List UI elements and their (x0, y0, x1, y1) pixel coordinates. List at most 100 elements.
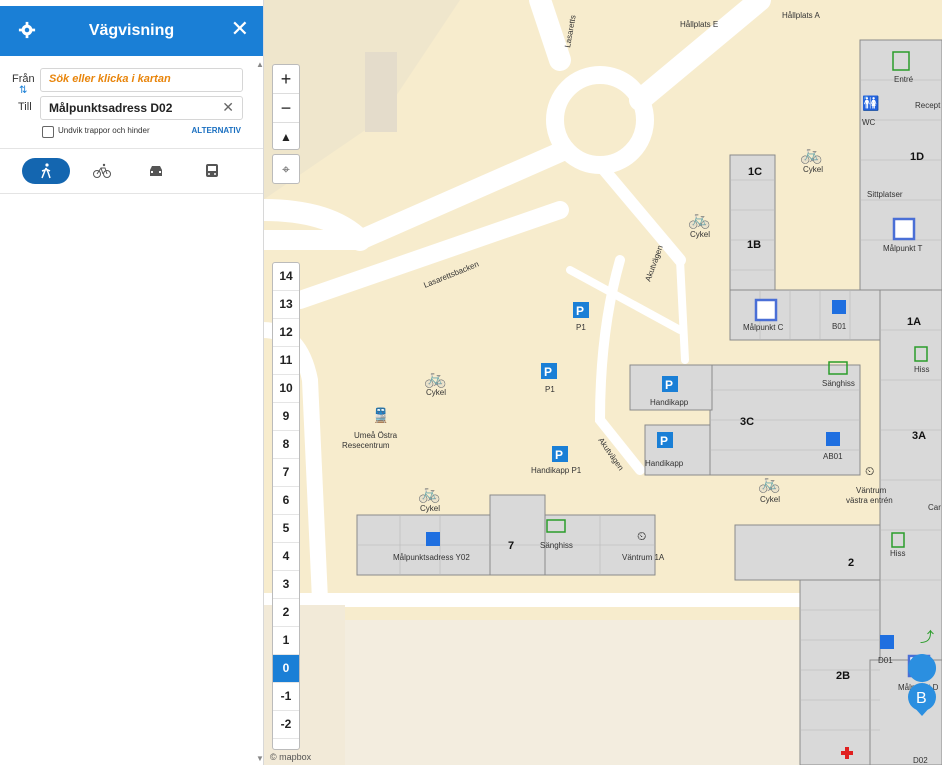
avoid-stairs-label: Undvik trappor och hinder (58, 126, 150, 135)
destination-marker[interactable] (754, 298, 778, 322)
compass-button[interactable]: ▲ (273, 123, 299, 151)
waiting-room-icon[interactable]: ⏲ (865, 464, 874, 478)
svg-text:P: P (660, 434, 668, 448)
map-label: Handikapp (650, 398, 689, 407)
building-label: 3A (912, 430, 926, 442)
building-label: 1A (907, 316, 921, 328)
floor-button[interactable]: 13 (273, 291, 299, 319)
building-label: 1B (747, 239, 761, 251)
svg-text:P: P (576, 304, 584, 318)
floor-button[interactable]: -2 (273, 711, 299, 739)
from-label: Från (12, 73, 35, 85)
bike-parking-icon[interactable]: 🚲 (800, 144, 822, 164)
map-label: Cykel (803, 165, 823, 174)
floor-button[interactable]: 0 (273, 655, 299, 683)
floor-button[interactable]: 6 (273, 487, 299, 515)
map-label: Hiss (890, 549, 906, 558)
bike-parking-icon[interactable]: 🚲 (688, 209, 710, 229)
svg-text:P: P (555, 448, 563, 462)
floor-button[interactable]: 5 (273, 515, 299, 543)
to-input[interactable]: Målpunktsadress D02 ✕ (40, 96, 243, 120)
map-label: Målpunkt T (883, 244, 923, 253)
map-label: västra entrén (846, 496, 893, 505)
mode-bike-button[interactable] (78, 158, 126, 184)
map-label: Målpunkt C (743, 323, 784, 332)
scroll-down-icon[interactable]: ▼ (256, 754, 264, 763)
map-label: Väntrum (856, 486, 887, 495)
floor-button[interactable]: 7 (273, 459, 299, 487)
bike-icon (93, 163, 111, 178)
map-label: Cykel (426, 388, 446, 397)
mode-walk-button[interactable] (22, 158, 70, 184)
waiting-room-icon[interactable]: ⏲ (637, 529, 646, 543)
parking-icon[interactable]: P (573, 302, 589, 318)
mapbox-attribution[interactable]: © mapbox (270, 752, 311, 762)
panel-header: Vägvisning ✕ (0, 6, 263, 56)
zoom-in-button[interactable]: + (273, 65, 299, 94)
map-label: D01 (878, 656, 893, 665)
to-label: Till (18, 101, 32, 113)
parking-icon[interactable]: P (662, 376, 678, 392)
stairs-icon[interactable]: ⤴ (920, 629, 934, 645)
destination-marker[interactable] (892, 217, 916, 241)
close-icon[interactable]: ✕ (231, 18, 249, 40)
map-label: D02 (913, 756, 928, 765)
parking-icon[interactable]: P (657, 432, 673, 448)
panel-title: Vägvisning (88, 22, 175, 39)
building-label: 1D (910, 151, 924, 163)
floor-button[interactable]: 9 (273, 403, 299, 431)
parking-icon[interactable]: P (541, 363, 557, 379)
floor-button[interactable]: -1 (273, 683, 299, 711)
zoom-out-button[interactable]: − (273, 94, 299, 123)
floor-button[interactable]: 2 (273, 599, 299, 627)
floor-button[interactable]: 4 (273, 543, 299, 571)
swap-icon[interactable]: ⇅ (19, 85, 27, 96)
mode-bus-button[interactable] (188, 158, 236, 184)
parking-icon[interactable]: P (552, 446, 568, 462)
address-cube-icon[interactable] (826, 432, 840, 446)
building-label: 7 (508, 540, 514, 552)
map-label: WC (862, 118, 876, 127)
avoid-stairs-checkbox[interactable] (42, 126, 54, 138)
from-input[interactable]: Sök eller klicka i kartan (40, 68, 243, 92)
floor-button[interactable]: 11 (273, 347, 299, 375)
map-label: P1 (545, 385, 555, 394)
map-label: Hållplats A (782, 11, 820, 20)
floor-button[interactable]: 10 (273, 375, 299, 403)
from-placeholder: Sök eller klicka i kartan (49, 73, 171, 85)
floor-button[interactable]: 14 (273, 263, 299, 291)
floor-button[interactable]: 12 (273, 319, 299, 347)
building-label: 1C (748, 166, 762, 178)
map-label: Umeå Östra (354, 431, 398, 440)
alternatives-link[interactable]: ALTERNATIV (192, 126, 241, 135)
clear-icon[interactable]: ✕ (222, 99, 234, 116)
train-station-icon[interactable]: 🚆 (372, 407, 389, 424)
bike-parking-icon[interactable]: 🚲 (424, 368, 446, 388)
address-cube-icon[interactable] (832, 300, 846, 314)
bus-icon (206, 164, 218, 177)
transport-modes (0, 148, 263, 194)
building-label: 3C (740, 416, 754, 428)
map-label: Recept (915, 101, 941, 110)
map-label: Resecentrum (342, 441, 390, 450)
rotate-button[interactable]: ⌖ (272, 154, 300, 184)
map-label: Entré (894, 75, 914, 84)
scroll-up-icon[interactable]: ▲ (256, 60, 264, 69)
map-label: Hållplats E (680, 20, 718, 29)
bike-parking-icon[interactable]: 🚲 (758, 473, 780, 493)
map-label: Sänghiss (540, 541, 573, 550)
floor-button[interactable]: 3 (273, 571, 299, 599)
address-cube-icon[interactable] (426, 532, 440, 546)
map-svg: P P P P P 🚲 🚲 🚲 🚲 🚲 ⤴ 🚻 🚆 ⏲ ⏲ Hållplats … (263, 0, 942, 765)
map-canvas[interactable]: P P P P P 🚲 🚲 🚲 🚲 🚲 ⤴ 🚻 🚆 ⏲ ⏲ Hållplats … (263, 0, 942, 765)
floor-button[interactable]: 8 (273, 431, 299, 459)
address-cube-icon[interactable] (880, 635, 894, 649)
wc-icon[interactable]: 🚻 (862, 95, 879, 112)
mode-car-button[interactable] (132, 158, 180, 184)
svg-text:P: P (665, 378, 673, 392)
bike-parking-icon[interactable]: 🚲 (418, 483, 440, 503)
map-label: Handikapp (645, 459, 684, 468)
map-label: Car (928, 503, 941, 512)
rotate-icon: ⌖ (282, 161, 290, 177)
floor-button[interactable]: 1 (273, 627, 299, 655)
